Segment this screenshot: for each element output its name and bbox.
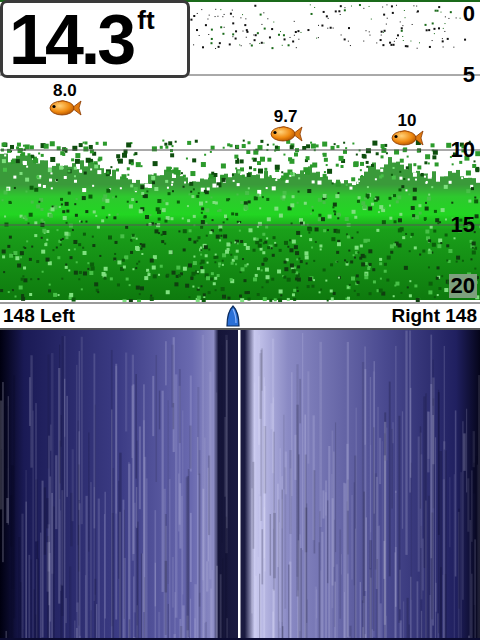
depth-scale-label: 5 [461,63,477,87]
depth-scale-label: 10 [449,138,477,162]
side-imaging-view [0,330,480,638]
fish-icon [48,99,82,117]
side-imaging-panel [0,330,480,640]
boat-icon [225,305,241,327]
depth-unit: ft [137,7,154,33]
fish-depth-label: 10 [398,112,417,129]
sonar-panel: 8.0 9.7 10 0 5 10 15 20 14.3ft [0,0,480,302]
depth-value: 14.3 [9,5,133,75]
depth-gridline [0,225,480,226]
depth-scale-label: 20 [449,274,477,298]
fish-depth-label: 8.0 [53,82,77,99]
depth-readout: 14.3ft [0,0,190,78]
fish-marker: 10 [390,112,424,147]
depth-gridline [0,150,480,151]
side-range-bar: 148 Left Right 148 [0,302,480,330]
depth-scale-label: 15 [449,213,477,237]
boat-track-line [238,330,241,638]
left-range-label: 148 Left [3,305,75,328]
fish-finder-screen: 8.0 9.7 10 0 5 10 15 20 14.3ft 148 Left Right 148 [0,0,480,640]
depth-scale-label: 0 [461,2,477,26]
fish-marker: 9.7 [269,108,303,143]
right-range-label: Right 148 [391,305,477,328]
fish-icon [390,129,424,147]
fish-depth-label: 9.7 [274,108,298,125]
fish-marker: 8.0 [48,82,82,117]
fish-icon [269,125,303,143]
